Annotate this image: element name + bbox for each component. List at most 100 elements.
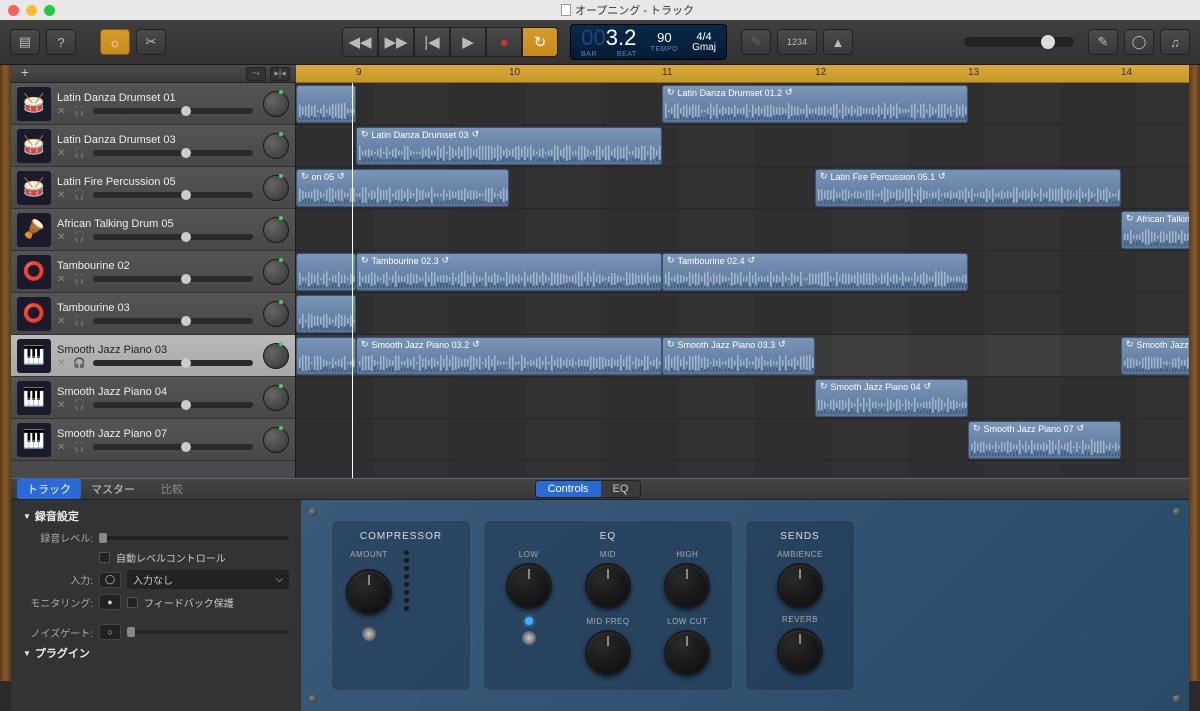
mute-button[interactable]: ✕ [57, 316, 69, 326]
track-header[interactable]: 🥁 Latin Danza Drumset 01 ✕ 🎧 [11, 83, 295, 125]
timeline-row[interactable]: ↻ Smooth Jazz Piano 04 ↺ [296, 377, 1189, 419]
audio-region[interactable]: ↻ Latin Danza Drumset 01.2 ↺ [662, 85, 968, 123]
track-volume-slider[interactable] [93, 234, 253, 240]
track-header[interactable]: 🪘 African Talking Drum 05 ✕ 🎧 [11, 209, 295, 251]
track-header[interactable]: ⭕ Tambourine 03 ✕ 🎧 [11, 293, 295, 335]
headphone-icon[interactable]: 🎧 [73, 148, 85, 158]
headphone-icon[interactable]: 🎧 [73, 400, 85, 410]
track-header[interactable]: 🎹 Smooth Jazz Piano 04 ✕ 🎧 [11, 377, 295, 419]
notepad-button[interactable]: ✎ [1088, 29, 1118, 55]
track-volume-slider[interactable] [93, 276, 253, 282]
track-pan-knob[interactable] [263, 91, 289, 117]
mute-button[interactable]: ✕ [57, 274, 69, 284]
headphone-icon[interactable]: 🎧 [73, 442, 85, 452]
input-select[interactable]: 入力なし⌵ [127, 570, 289, 589]
track-header[interactable]: 🎹 Smooth Jazz Piano 03 ✕ 🎧 [11, 335, 295, 377]
headphone-icon[interactable]: 🎧 [73, 190, 85, 200]
scissors-button[interactable]: ✂ [136, 29, 166, 55]
tab-controls[interactable]: Controls [536, 481, 601, 497]
audio-region[interactable]: ↻ Smooth Jazz Piano 03.2 ↺ [356, 337, 662, 375]
smart-controls-button[interactable]: ☼ [100, 29, 130, 55]
track-volume-slider[interactable] [93, 444, 253, 450]
track-volume-slider[interactable] [93, 318, 253, 324]
add-track-button[interactable]: + [17, 67, 33, 81]
track-volume-slider[interactable] [93, 108, 253, 114]
audio-region[interactable]: ↻ Smooth Jazz Piano 04 ↺ [815, 379, 968, 417]
auto-level-checkbox[interactable] [99, 552, 110, 563]
track-pan-knob[interactable] [263, 217, 289, 243]
send-ambience-knob[interactable] [777, 563, 823, 609]
audio-region[interactable]: ↻ Latin Fire Percussion 05.1 ↺ [815, 169, 1121, 207]
audio-region[interactable]: ↻ on 05 ↺ [296, 169, 509, 207]
audio-region[interactable] [296, 295, 356, 333]
timeline-row[interactable]: ↻ Tambourine 02.3 ↺↻ Tambourine 02.4 ↺ [296, 251, 1189, 293]
flex-toggle[interactable]: ▸|◂ [270, 67, 290, 81]
eq-high-knob[interactable] [664, 563, 710, 609]
recording-level-slider[interactable] [99, 536, 289, 540]
audio-region[interactable] [296, 337, 356, 375]
tuner-button[interactable]: ✎ [741, 29, 771, 55]
audio-region[interactable]: ↻ Tambourine 02.3 ↺ [356, 253, 662, 291]
playhead[interactable] [352, 83, 353, 478]
timeline-row[interactable]: ↻ on 05 ↺ ↻ Latin Fire Percussion 05.1 ↺ [296, 167, 1189, 209]
compare-button[interactable]: 比較 [151, 479, 193, 499]
count-in-button[interactable]: 1234 [777, 29, 817, 55]
tab-eq[interactable]: EQ [601, 481, 641, 497]
track-pan-knob[interactable] [263, 343, 289, 369]
plugins-header[interactable]: プラグイン [23, 645, 289, 661]
track-header[interactable]: ⭕ Tambourine 02 ✕ 🎧 [11, 251, 295, 293]
play-button[interactable]: ▶ [450, 27, 486, 57]
forward-button[interactable]: ▶▶ [378, 27, 414, 57]
library-button[interactable]: ▤ [10, 29, 40, 55]
noise-gate-toggle[interactable]: ○ [99, 624, 121, 640]
timeline-arrange[interactable]: ↻ Latin Danza Drumset 01.2 ↺↻ Latin Danz… [296, 83, 1189, 478]
lcd-display[interactable]: 003.2 BARBEAT 90TEMPO 4/4Gmaj [570, 24, 727, 60]
track-header[interactable]: 🎹 Smooth Jazz Piano 07 ✕ 🎧 [11, 419, 295, 461]
mute-button[interactable]: ✕ [57, 442, 69, 452]
recording-settings-header[interactable]: 録音設定 [23, 508, 289, 524]
rewind-button[interactable]: ◀◀ [342, 27, 378, 57]
master-volume-slider[interactable] [964, 37, 1074, 47]
track-pan-knob[interactable] [263, 427, 289, 453]
mute-button[interactable]: ✕ [57, 190, 69, 200]
track-pan-knob[interactable] [263, 301, 289, 327]
timeline-row[interactable]: ↻ Latin Danza Drumset 01.2 ↺ [296, 83, 1189, 125]
track-volume-slider[interactable] [93, 360, 253, 366]
headphone-icon[interactable]: 🎧 [73, 274, 85, 284]
feedback-protect-checkbox[interactable] [127, 597, 138, 608]
audio-region[interactable]: ↻ Smooth Jazz Piano 03.3 ↺ [662, 337, 815, 375]
compressor-amount-knob[interactable] [346, 569, 392, 615]
eq-low-knob[interactable] [506, 563, 552, 609]
noise-gate-slider[interactable] [127, 630, 289, 634]
minimize-window-button[interactable] [26, 5, 37, 16]
tab-master[interactable]: マスター [81, 479, 145, 499]
timeline-row[interactable] [296, 293, 1189, 335]
lcd-timesig[interactable]: 4/4 [696, 32, 711, 43]
track-pan-knob[interactable] [263, 133, 289, 159]
input-format-button[interactable]: ◯ [99, 572, 121, 588]
stop-button[interactable]: |◀ [414, 27, 450, 57]
send-reverb-knob[interactable] [777, 628, 823, 674]
timeline-row[interactable]: ↻ Smooth Jazz Piano 07 ↺ [296, 419, 1189, 461]
track-header[interactable]: 🥁 Latin Danza Drumset 03 ✕ 🎧 [11, 125, 295, 167]
mute-button[interactable]: ✕ [57, 358, 69, 368]
eq-midfreq-knob[interactable] [585, 630, 631, 676]
audio-region[interactable]: ↻ Smooth Jazz Piano 07 ↺ [968, 421, 1121, 459]
headphone-icon[interactable]: 🎧 [73, 316, 85, 326]
track-pan-knob[interactable] [263, 385, 289, 411]
timeline-row[interactable]: ↻ Smooth Jazz Piano 03.2 ↺↻ Smooth Jazz … [296, 335, 1189, 377]
audio-region[interactable]: ↻ African Talkin [1121, 211, 1189, 249]
mute-button[interactable]: ✕ [57, 148, 69, 158]
headphone-icon[interactable]: 🎧 [73, 232, 85, 242]
monitoring-button[interactable]: ● [99, 594, 121, 610]
track-pan-knob[interactable] [263, 259, 289, 285]
track-pan-knob[interactable] [263, 175, 289, 201]
record-button[interactable]: ● [486, 27, 522, 57]
timeline-row[interactable]: ↻ African Talkin [296, 209, 1189, 251]
quick-help-button[interactable]: ? [46, 29, 76, 55]
track-volume-slider[interactable] [93, 150, 253, 156]
zoom-window-button[interactable] [44, 5, 55, 16]
cycle-button[interactable]: ↻ [522, 27, 558, 57]
loop-browser-button[interactable]: ◯ [1124, 29, 1154, 55]
lcd-tempo[interactable]: 90 [657, 31, 671, 44]
